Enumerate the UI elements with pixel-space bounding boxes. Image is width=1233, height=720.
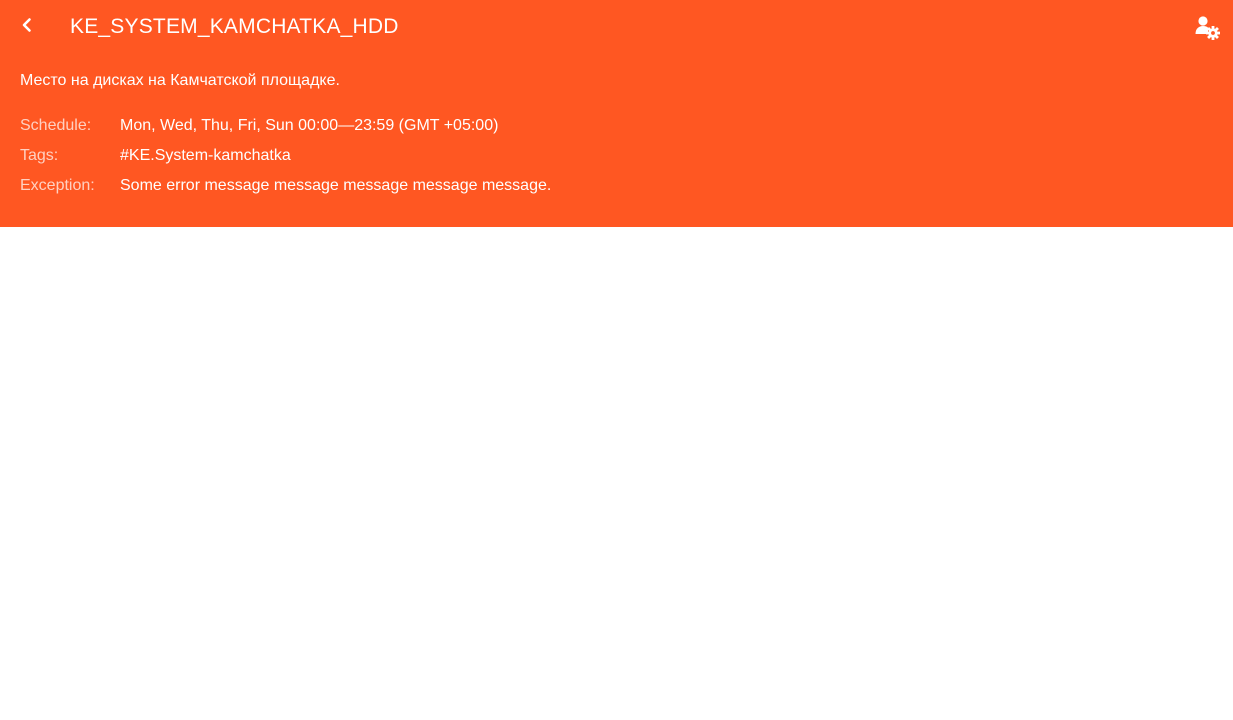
tags-label: Tags: (20, 147, 59, 164)
back-button[interactable] (10, 10, 44, 44)
chevron-left-icon (19, 17, 35, 38)
schedule-label: Schedule: (20, 117, 92, 134)
user-settings-icon (1193, 13, 1221, 46)
alert-header: KE_SYSTEM_KAMCHATKA_HDD Место на дисках … (0, 0, 1233, 227)
exception-label: Exception: (20, 177, 95, 194)
user-settings-button[interactable] (1190, 12, 1224, 46)
tag-value[interactable]: #KE.System-kamchatka (120, 146, 291, 166)
page-title: KE_SYSTEM_KAMCHATKA_HDD (70, 15, 399, 38)
schedule-value: Mon, Wed, Thu, Fri, Sun 00:00—23:59 (GMT… (120, 117, 499, 134)
alert-description: Место на дисках на Камчатской площадке. (20, 72, 340, 89)
exception-value: Some error message message message messa… (120, 177, 552, 194)
